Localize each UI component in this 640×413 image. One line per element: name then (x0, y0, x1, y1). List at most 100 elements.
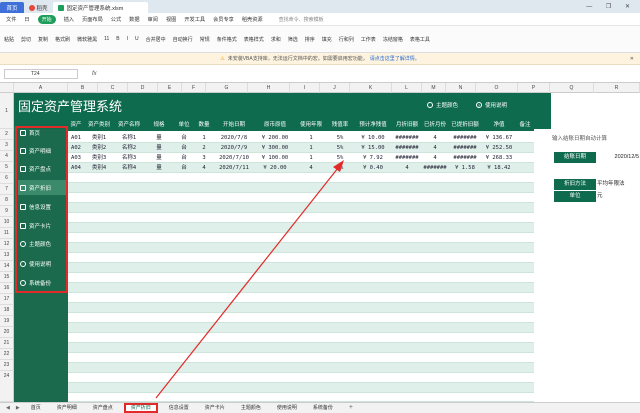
cell[interactable]: ####### (392, 143, 422, 153)
row-header[interactable]: 22 (0, 349, 14, 360)
cell[interactable]: 量 (144, 143, 174, 153)
cell[interactable]: ####### (422, 163, 448, 173)
col-header[interactable]: B (68, 83, 98, 93)
cell[interactable]: 类别4 (84, 163, 114, 173)
row-header[interactable]: 13 (0, 250, 14, 261)
cell[interactable]: 5% (326, 143, 354, 153)
rows-columns-button[interactable]: 行和列 (339, 36, 354, 43)
col-header[interactable]: P (518, 83, 550, 93)
row-header[interactable]: 3 (0, 140, 14, 151)
menu-developer[interactable]: 开发工具 (184, 16, 205, 23)
cell[interactable]: 2 (194, 143, 214, 153)
sheet-tab-help[interactable]: 使用说明 (272, 403, 302, 413)
sheet-tab-inventory[interactable]: 资产盘点 (88, 403, 118, 413)
menu-start[interactable]: 开始 (37, 14, 56, 24)
cell[interactable]: 名称2 (114, 143, 144, 153)
sheet-tab-theme[interactable]: 主题颜色 (236, 403, 266, 413)
empty-row[interactable] (68, 393, 534, 402)
row-header[interactable]: 11 (0, 228, 14, 239)
row-header[interactable]: 19 (0, 316, 14, 327)
col-header[interactable]: K (350, 83, 392, 93)
col-header[interactable]: N (446, 83, 476, 93)
cell[interactable]: 4 (296, 163, 326, 173)
empty-row[interactable] (68, 313, 534, 323)
cell[interactable]: 4 (422, 153, 448, 163)
col-header[interactable]: G (206, 83, 248, 93)
row-header[interactable]: 21 (0, 338, 14, 349)
cell[interactable]: ¥ 20.00 (254, 163, 296, 173)
empty-row[interactable] (68, 233, 534, 243)
empty-row[interactable] (68, 223, 534, 233)
freeze-panes-button[interactable]: 冻结窗格 (383, 36, 403, 43)
unit-value[interactable]: 元 (597, 191, 639, 202)
table-style-button[interactable]: 表格样式 (244, 36, 264, 43)
sidebar-item-asset-details[interactable]: 资产明细 (18, 143, 66, 158)
cell[interactable] (516, 163, 534, 173)
sheet-tab-home[interactable]: 首页 (26, 403, 46, 413)
empty-row[interactable] (68, 273, 534, 283)
row-header[interactable]: 23 (0, 360, 14, 371)
cell[interactable]: 名称3 (114, 153, 144, 163)
empty-row[interactable] (68, 373, 534, 383)
sidebar-item-depreciation[interactable]: 资产折旧 (18, 180, 66, 195)
empty-row[interactable] (68, 293, 534, 303)
cell[interactable]: 4 (422, 143, 448, 153)
cell[interactable]: ¥ 18.42 (482, 163, 516, 173)
menu-formula[interactable]: 公式 (111, 16, 121, 23)
sheet-tab-settings[interactable]: 信息设置 (164, 403, 194, 413)
table-row[interactable]: A02 类别2 名称2 量 台 2 2020/7/9 ¥ 300.00 1 5%… (68, 143, 534, 153)
sidebar-item-asset-card[interactable]: 资产卡片 (18, 218, 66, 233)
col-header[interactable]: D (128, 83, 158, 93)
cell[interactable]: 名称1 (114, 133, 144, 143)
tab-home[interactable]: 首页 (0, 2, 24, 13)
cell[interactable]: 1 (194, 133, 214, 143)
format-painter-button[interactable]: 格式刷 (55, 36, 70, 43)
sort-button[interactable]: 排序 (305, 36, 315, 43)
row-header[interactable]: 12 (0, 239, 14, 250)
cell[interactable]: ¥ 10.00 (354, 133, 392, 143)
row-header[interactable]: 16 (0, 283, 14, 294)
wrap-text-button[interactable]: 自动换行 (173, 36, 193, 43)
cell[interactable]: 1 (296, 143, 326, 153)
menu-resources[interactable]: 稻壳资源 (242, 16, 263, 23)
row-header[interactable]: 15 (0, 272, 14, 283)
col-header[interactable]: E (158, 83, 182, 93)
merge-center-button[interactable]: 合并居中 (146, 36, 166, 43)
cell[interactable]: 2020/7/8 (214, 133, 254, 143)
empty-row[interactable] (68, 323, 534, 333)
cell[interactable]: 类别1 (84, 133, 114, 143)
row-header[interactable]: 6 (0, 173, 14, 184)
copy-button[interactable]: 复制 (38, 36, 48, 43)
number-format-select[interactable]: 常规 (200, 36, 210, 43)
col-header[interactable]: I (290, 83, 320, 93)
theme-color-link[interactable]: 主题颜色 (427, 101, 458, 109)
help-link[interactable]: ? 使用说明 (476, 101, 507, 109)
row-header[interactable]: 8 (0, 195, 14, 206)
add-sheet-button[interactable]: + (344, 403, 358, 413)
cell[interactable]: 台 (174, 153, 194, 163)
empty-row[interactable] (68, 253, 534, 263)
empty-row[interactable] (68, 283, 534, 293)
tab-scroll-left-icon[interactable]: ◀ (6, 405, 10, 411)
table-row[interactable]: A01 类别1 名称1 量 台 1 2020/7/8 ¥ 200.00 1 5%… (68, 133, 534, 143)
cell[interactable]: A02 (68, 143, 84, 153)
cell[interactable]: 2020/7/9 (214, 143, 254, 153)
cell[interactable]: 1 (296, 153, 326, 163)
cell[interactable]: 台 (174, 133, 194, 143)
cell[interactable]: ¥ 7.92 (354, 153, 392, 163)
empty-row[interactable] (68, 383, 534, 393)
row-header[interactable]: 20 (0, 327, 14, 338)
row-header[interactable]: 2 (0, 129, 14, 140)
cell[interactable]: ¥ 200.00 (254, 133, 296, 143)
sheet-tab-asset-details[interactable]: 资产明细 (52, 403, 82, 413)
menu-quick[interactable]: 日 (24, 16, 29, 23)
cell[interactable]: ####### (448, 133, 482, 143)
col-header[interactable]: H (248, 83, 290, 93)
empty-row[interactable] (68, 263, 534, 273)
menu-file[interactable]: 文件 (6, 16, 16, 23)
cell[interactable]: 5% (326, 133, 354, 143)
row-header[interactable]: 5 (0, 162, 14, 173)
sidebar-item-home[interactable]: 首页 (18, 125, 66, 140)
empty-row[interactable] (68, 203, 534, 213)
empty-row[interactable] (68, 243, 534, 253)
